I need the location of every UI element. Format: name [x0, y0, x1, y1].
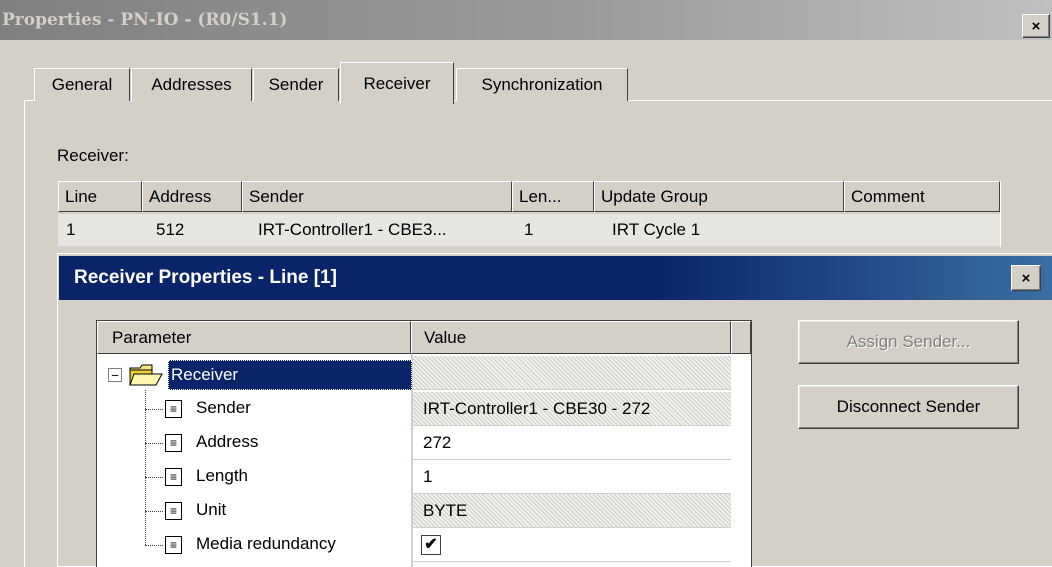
collapse-icon[interactable]: − [108, 368, 122, 382]
value-cell-receiver [413, 356, 731, 390]
column-header-comment[interactable]: Comment [844, 181, 1000, 212]
value-cell-sender: IRT-Controller1 - CBE30 - 272 [413, 392, 731, 426]
cell-length: 1 [524, 220, 534, 239]
grid-header-filler [731, 321, 751, 354]
cell-update-group: IRT Cycle 1 [612, 220, 701, 239]
tree-connector [145, 409, 163, 410]
column-header-address[interactable]: Address [142, 181, 242, 212]
document-icon: ≡ [165, 400, 182, 418]
dialog-title: Receiver Properties - Line [1] [74, 267, 337, 288]
tree-connector [145, 477, 163, 478]
tab-receiver[interactable]: Receiver [340, 62, 454, 104]
window-title: Properties - PN-IO - (R0/S1.1) [2, 10, 288, 30]
dialog-close-icon[interactable]: × [1011, 265, 1041, 291]
tree-connector [145, 443, 163, 444]
param-label-media-redundancy: Media redundancy [196, 534, 336, 553]
cell-line: 1 [66, 220, 76, 239]
tab-general[interactable]: General [34, 68, 130, 101]
document-icon: ≡ [165, 468, 182, 486]
disconnect-sender-button[interactable]: Disconnect Sender [798, 385, 1019, 429]
param-label-sender: Sender [196, 398, 251, 417]
param-label-address: Address [196, 432, 259, 451]
folder-open-icon [128, 362, 164, 388]
column-header-line[interactable]: Line [58, 181, 142, 212]
receiver-caption: Receiver: [57, 146, 129, 165]
list-header-filler [1000, 181, 1018, 247]
value-cell-address[interactable]: 272 [413, 426, 731, 460]
cell-address: 512 [156, 220, 185, 239]
grid-header-parameter[interactable]: Parameter [97, 321, 411, 354]
column-header-update-group[interactable]: Update Group [594, 181, 844, 212]
grid-header-value[interactable]: Value [411, 321, 731, 354]
close-icon[interactable]: × [1022, 14, 1050, 38]
param-label-length: Length [196, 466, 248, 485]
column-header-sender[interactable]: Sender [242, 181, 512, 212]
assign-sender-button[interactable]: Assign Sender... [798, 320, 1019, 364]
tree-connector [145, 390, 146, 545]
tab-sender[interactable]: Sender [253, 68, 339, 101]
tab-addresses[interactable]: Addresses [131, 68, 252, 101]
param-label-unit: Unit [196, 500, 227, 519]
document-icon: ≡ [165, 434, 182, 452]
value-cell-unit: BYTE [413, 494, 731, 528]
tree-connector [145, 545, 163, 546]
value-cell-length[interactable]: 1 [413, 460, 731, 494]
tree-connector [145, 511, 163, 512]
tab-synchronization[interactable]: Synchronization [456, 68, 628, 101]
document-icon: ≡ [165, 536, 182, 554]
document-icon: ≡ [165, 502, 182, 520]
column-header-length[interactable]: Len... [512, 181, 594, 212]
value-cell-media-redundancy [413, 528, 731, 562]
media-redundancy-checkbox[interactable]: ✔ [421, 535, 441, 555]
tree-node-receiver[interactable]: Receiver [168, 360, 412, 390]
cell-sender: IRT-Controller1 - CBE3... [258, 220, 447, 239]
